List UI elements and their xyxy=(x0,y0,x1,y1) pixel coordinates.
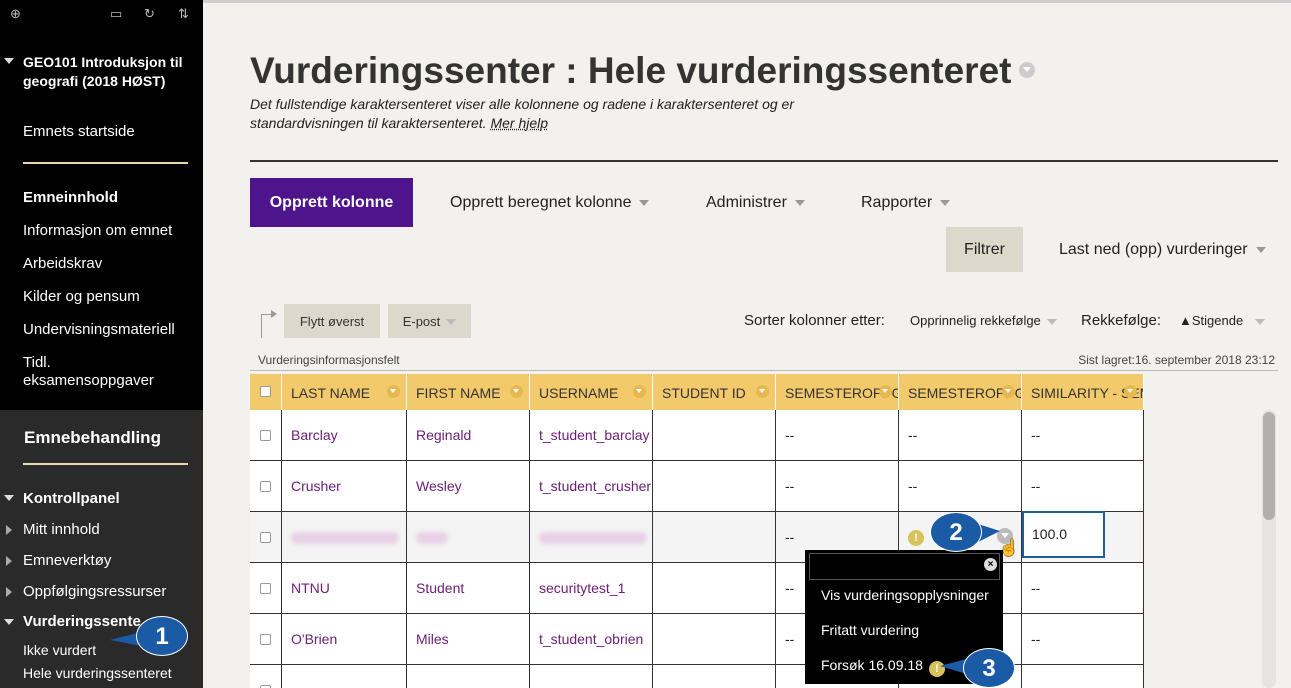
callout-1: 1 xyxy=(136,616,188,656)
callout-tails xyxy=(0,0,1291,688)
callout-2: 2 xyxy=(930,512,982,552)
scrollbar-thumb[interactable] xyxy=(1263,412,1275,520)
callout-3: 3 xyxy=(963,648,1015,688)
hand-cursor-icon: ☝ xyxy=(999,538,1019,558)
